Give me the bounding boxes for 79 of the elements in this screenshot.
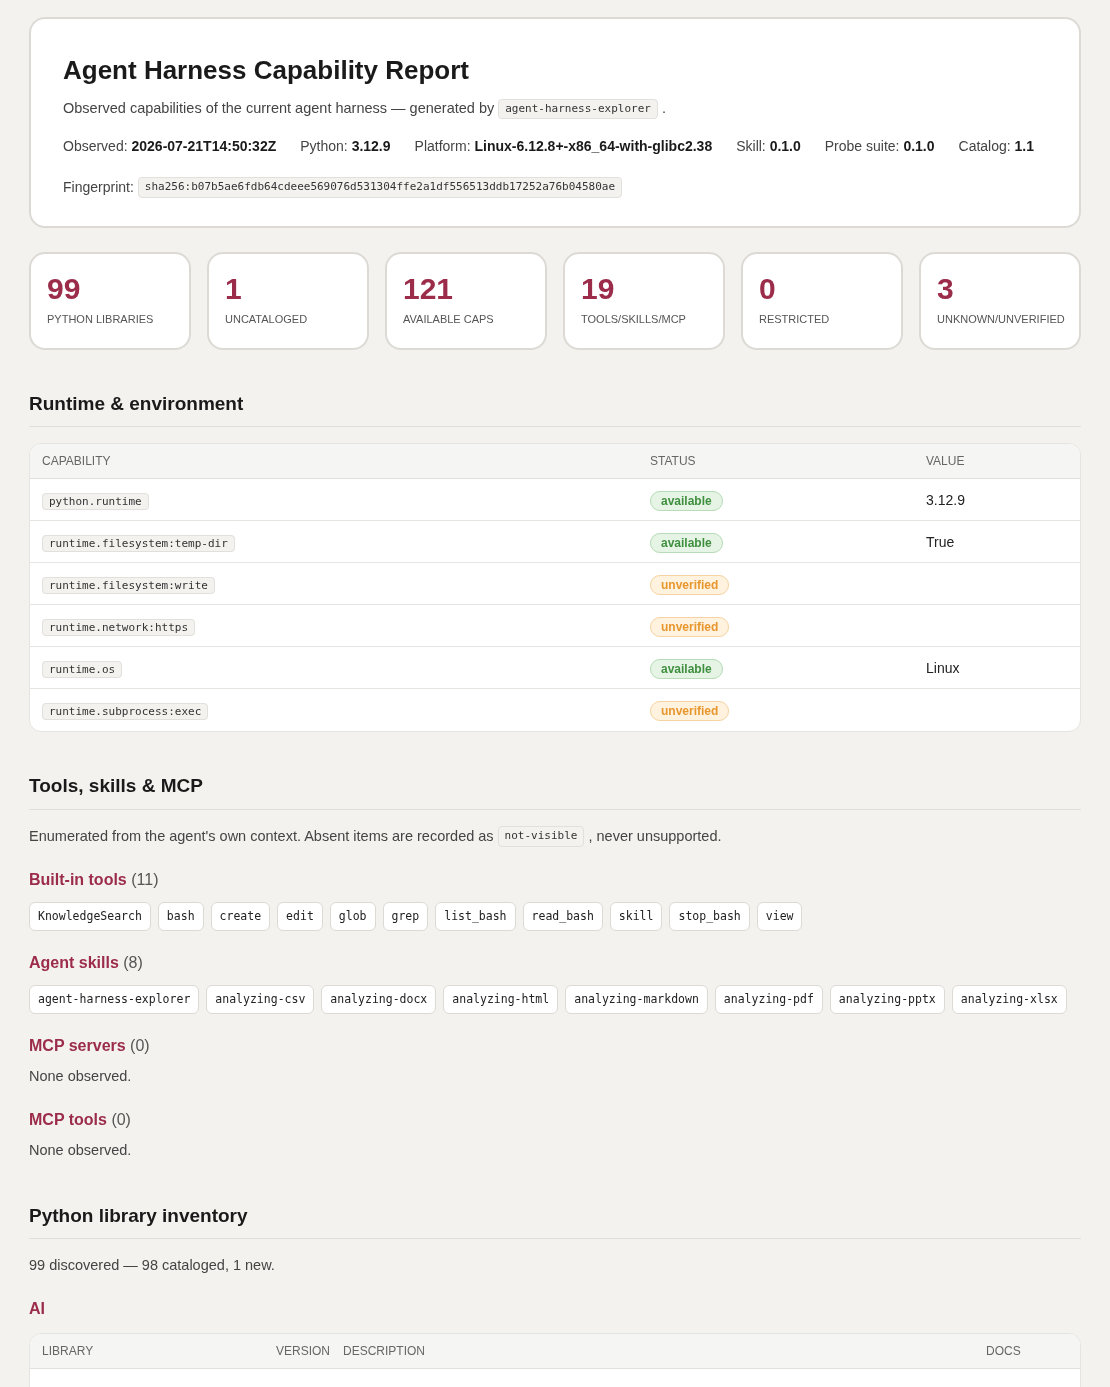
status-badge: unverified <box>650 616 730 637</box>
intro-text: Enumerated from the agent's own context. Absent items are recorded as <box>29 826 494 846</box>
column-header: LIBRARY <box>42 1342 95 1360</box>
tool-chip: analyzing-markdown <box>565 984 708 1014</box>
tool-chip: analyzing-csv <box>206 984 315 1014</box>
column-header: CAPABILITY <box>42 453 112 471</box>
meta-item: Python: 3.12.9 <box>300 136 391 156</box>
value-text: True <box>926 533 955 550</box>
stat-value: 99 <box>47 270 82 307</box>
capability-code: runtime.filesystem:write <box>42 576 215 594</box>
status-badge: unverified <box>650 701 730 722</box>
tool-chip: view <box>756 901 803 931</box>
group-title: MCP servers (0) <box>29 1036 151 1056</box>
capability-code: runtime.network:https <box>42 618 196 636</box>
subtitle-period: . <box>661 99 666 118</box>
report-title: Agent Harness Capability Report <box>63 54 470 87</box>
capability-code: runtime.filesystem:temp-dir <box>42 534 235 552</box>
column-header: STATUS <box>650 453 697 471</box>
empty-text: None observed. <box>29 1140 133 1160</box>
tool-chip: edit <box>277 901 323 931</box>
capability-code: python.runtime <box>42 492 149 510</box>
status-badge: unverified <box>650 574 730 595</box>
tool-chip: analyzing-pdf <box>714 984 823 1014</box>
capability-code: runtime.os <box>42 660 123 678</box>
section-title: Runtime & environment <box>29 391 245 416</box>
stat-value: 1 <box>225 270 243 307</box>
value-text: Linux <box>926 659 960 676</box>
tool-chip: KnowledgeSearch <box>29 901 151 931</box>
tool-chip: agent-harness-explorer <box>29 984 200 1014</box>
capability-code: runtime.subprocess:exec <box>42 703 209 721</box>
intro-text: , never unsupported. <box>588 826 722 846</box>
meta-item: Skill: 0.1.0 <box>736 136 801 156</box>
stat-label: UNCATALOGED <box>225 312 309 328</box>
status-badge: available <box>650 532 723 553</box>
fingerprint-code: sha256:b07b5ae6fdb64cdeee569076d531304ffe2a1df556513ddb17252a76b04580ae <box>137 177 622 198</box>
group-title: Built-in tools (11) <box>29 869 160 890</box>
value-text: 3.12.9 <box>926 491 965 508</box>
tool-chip: glob <box>329 901 376 931</box>
stat-label: AVAILABLE CAPS <box>403 312 495 328</box>
meta-item: Observed: 2026-07-21T14:50:32Z <box>63 136 277 156</box>
stat-value: 0 <box>759 270 777 307</box>
group-title: Agent skills (8) <box>29 952 144 973</box>
stat-value: 3 <box>937 270 955 307</box>
stat-label: RESTRICTED <box>759 312 831 328</box>
status-badge: available <box>650 658 723 679</box>
subtitle-text: Observed capabilities of the current agent harness — generated by <box>63 99 495 118</box>
meta-item: Catalog: 1.1 <box>958 136 1035 156</box>
fingerprint-label: Fingerprint: <box>63 177 134 197</box>
tool-chip: analyzing-xlsx <box>951 984 1067 1014</box>
tool-chip: read_bash <box>522 901 603 931</box>
tool-chip: list_bash <box>435 901 516 931</box>
stat-label: TOOLS/SKILLS/MCP <box>581 312 687 328</box>
status-badge: available <box>650 490 723 511</box>
column-header: DESCRIPTION <box>343 1342 426 1360</box>
category-title: AI <box>29 1298 46 1319</box>
tool-chip: grep <box>382 901 429 931</box>
meta-item: Probe suite: 0.1.0 <box>824 136 935 156</box>
meta-item: Platform: Linux-6.12.8+-x86_64-with-glibc2.38 <box>414 136 713 156</box>
group-title: MCP tools (0) <box>29 1109 132 1130</box>
not-visible-code: not-visible <box>497 826 585 847</box>
tool-chip: analyzing-pptx <box>829 984 945 1014</box>
column-header: VALUE <box>926 453 966 471</box>
stat-value: 19 <box>581 270 616 307</box>
tool-chip: skill <box>609 901 663 931</box>
inventory-summary: 99 discovered — 98 cataloged, 1 new. <box>29 1256 276 1275</box>
stat-label: PYTHON LIBRARIES <box>47 312 155 328</box>
tool-chip: bash <box>157 901 204 931</box>
tool-chip: analyzing-html <box>443 984 559 1014</box>
empty-text: None observed. <box>29 1067 133 1086</box>
stat-label: UNKNOWN/UNVERIFIED <box>937 312 1063 328</box>
generator-code: agent-harness-explorer <box>498 98 658 120</box>
column-header: DOCS <box>986 1342 1022 1360</box>
column-header: VERSION <box>275 1342 330 1360</box>
stat-value: 121 <box>403 270 455 307</box>
section-title: Python library inventory <box>29 1203 249 1228</box>
tool-chip: stop_bash <box>669 901 750 931</box>
tool-chip: analyzing-docx <box>321 984 437 1014</box>
tool-chip: create <box>210 901 271 931</box>
section-title: Tools, skills & MCP <box>29 774 204 799</box>
